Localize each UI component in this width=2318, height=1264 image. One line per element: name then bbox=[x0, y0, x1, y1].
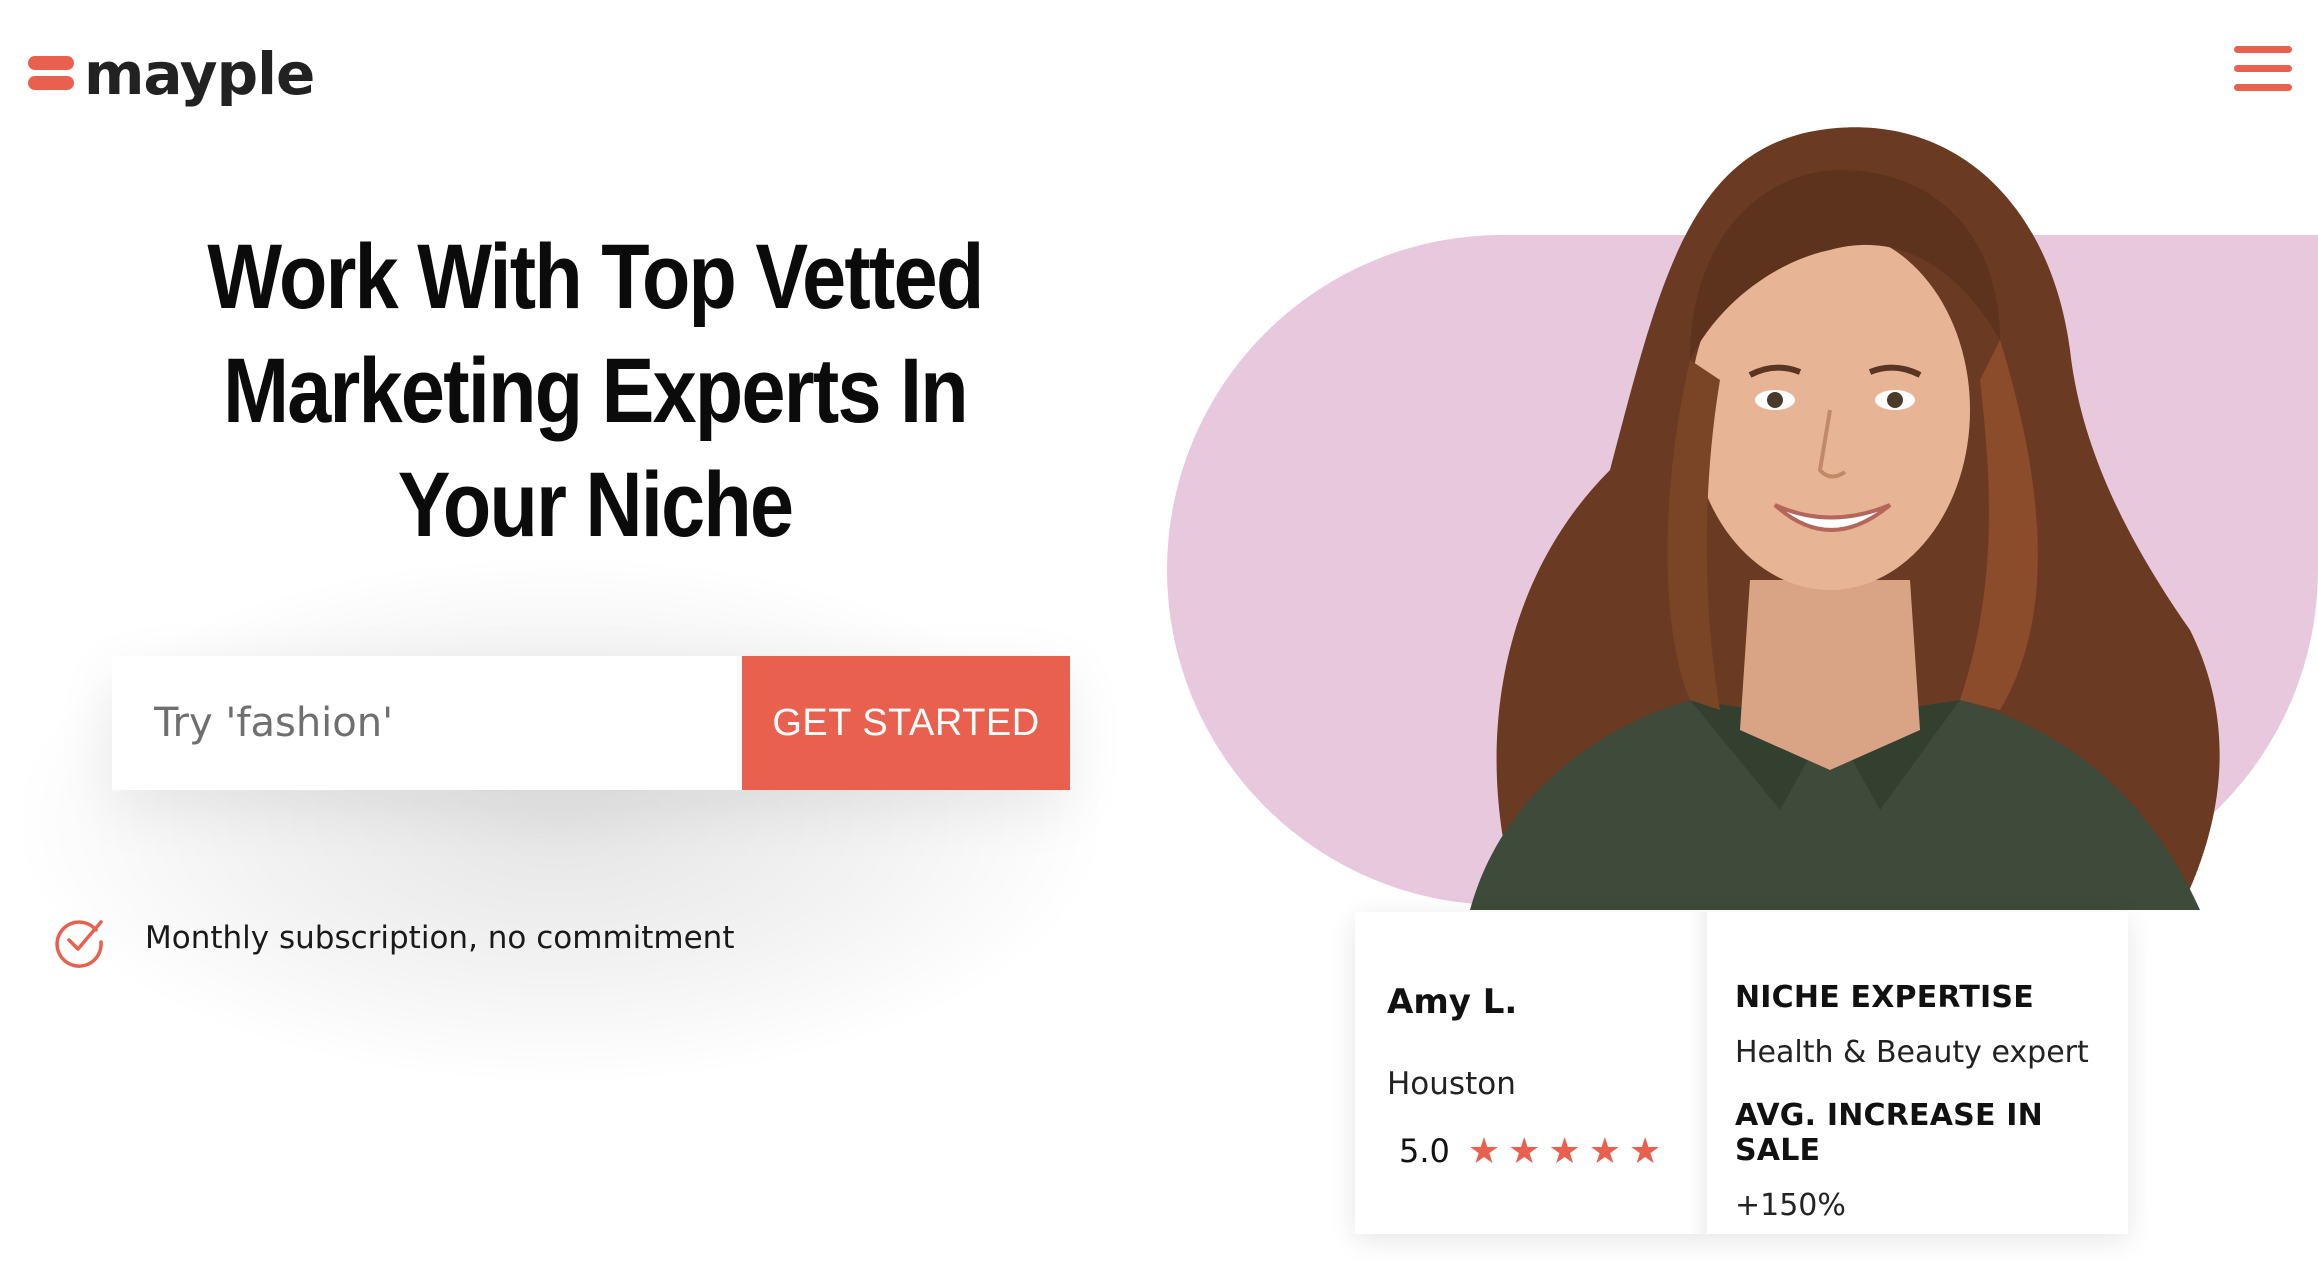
star-icon: ★ bbox=[1467, 1130, 1501, 1171]
check-circle-icon bbox=[55, 920, 103, 968]
headline-line: Marketing Experts In bbox=[223, 340, 969, 442]
avg-increase-value: +150% bbox=[1735, 1188, 1846, 1223]
expert-photo bbox=[1470, 127, 2220, 910]
avg-increase-label: AVG. INCREASE IN SALE bbox=[1735, 1098, 2043, 1168]
rating: 5.0 ★ ★ ★ ★ ★ bbox=[1387, 1132, 1705, 1170]
expert-card[interactable]: Amy L. Houston 5.0 ★ ★ ★ ★ ★ NICHE EXPER… bbox=[1355, 912, 2128, 1234]
logo-mark-icon bbox=[28, 54, 76, 94]
star-icon: ★ bbox=[1588, 1130, 1622, 1171]
rating-stars: ★ ★ ★ ★ ★ bbox=[1468, 1133, 1661, 1169]
expert-stats: NICHE EXPERTISE Health & Beauty expert A… bbox=[1705, 912, 2128, 1234]
star-icon: ★ bbox=[1508, 1130, 1541, 1171]
hamburger-icon[interactable] bbox=[2234, 46, 2292, 92]
niche-expertise-value: Health & Beauty expert bbox=[1735, 1035, 2089, 1070]
niche-search-input[interactable] bbox=[112, 656, 742, 790]
niche-search-form: GET STARTED bbox=[112, 656, 1070, 790]
headline-line: Work With Top Vetted bbox=[207, 226, 984, 328]
brand-name: mayple bbox=[84, 40, 315, 108]
expert-summary: Amy L. Houston 5.0 ★ ★ ★ ★ ★ bbox=[1355, 912, 1707, 1234]
star-icon: ★ bbox=[1548, 1130, 1581, 1171]
hero-glow bbox=[20, 560, 1100, 1080]
expert-name: Amy L. bbox=[1387, 982, 1518, 1022]
get-started-button[interactable]: GET STARTED bbox=[742, 656, 1070, 790]
niche-expertise-label: NICHE EXPERTISE bbox=[1735, 980, 2034, 1015]
star-icon: ★ bbox=[1629, 1130, 1662, 1171]
benefit-text: Monthly subscription, no commitment bbox=[145, 920, 735, 956]
brand-logo[interactable]: mayple bbox=[28, 34, 315, 114]
hero-headline: Work With Top Vetted Marketing Experts I… bbox=[169, 220, 1020, 562]
headline-line: Your Niche bbox=[397, 454, 794, 556]
rating-value: 5.0 bbox=[1399, 1132, 1450, 1170]
expert-city: Houston bbox=[1387, 1066, 1516, 1102]
